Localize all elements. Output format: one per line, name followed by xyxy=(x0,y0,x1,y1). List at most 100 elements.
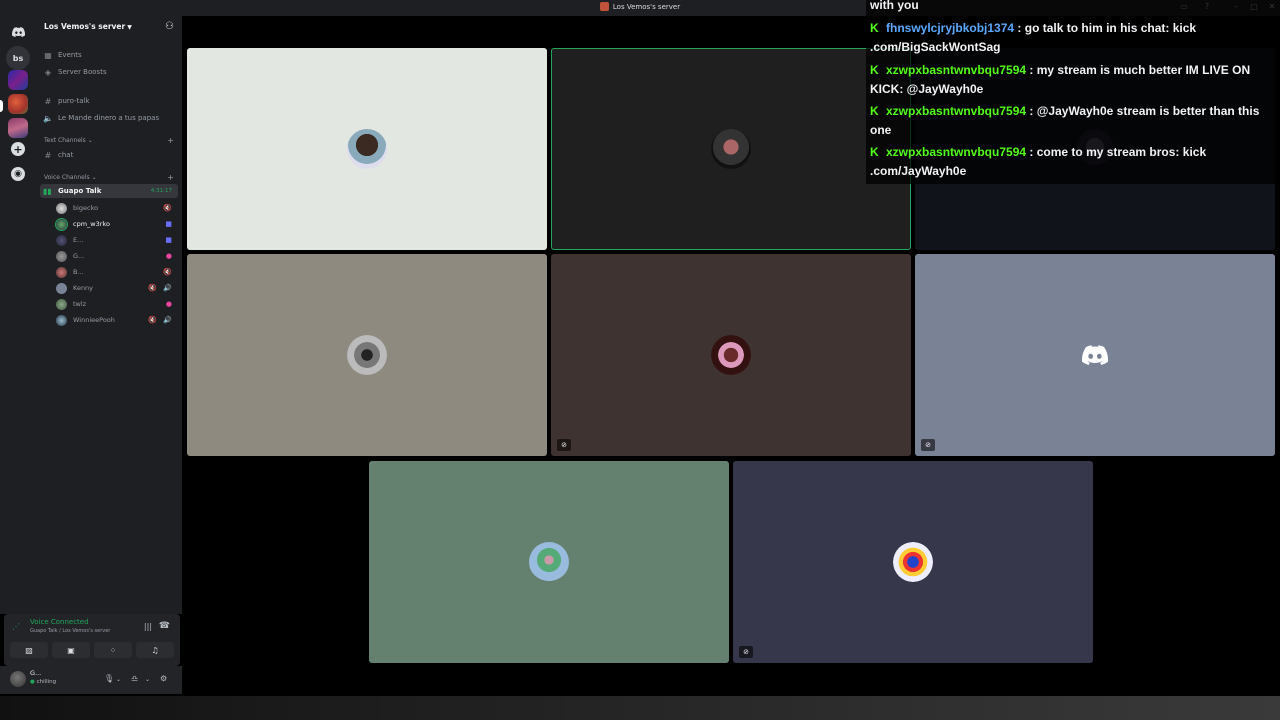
avatar xyxy=(56,234,67,246)
avatar xyxy=(711,335,751,375)
member-status-icon: 🔇 🔊 xyxy=(148,284,174,292)
video-tile[interactable] xyxy=(187,254,547,456)
member-status-icon: ● xyxy=(165,300,174,308)
user-status: ● chilling xyxy=(30,679,56,685)
chevron-down-icon[interactable]: ⌄ xyxy=(145,676,150,683)
hash-icon: # xyxy=(44,96,52,106)
boosts-label: Server Boosts xyxy=(58,68,107,76)
settings-gear-icon[interactable]: ⚙ xyxy=(160,674,167,683)
screen-share-button[interactable]: ▣ xyxy=(52,642,90,658)
avatar xyxy=(56,202,67,214)
channel-puro-talk[interactable]: # puro-talk xyxy=(42,94,176,108)
channel-chat[interactable]: # chat xyxy=(42,148,176,162)
channel-sidebar: Los Vemos's server ▼ ⚇ ▦ Events ◈ Server Bo… xyxy=(36,16,182,614)
member-name: WinnieePooh xyxy=(73,316,115,324)
member-status-icon: ■ xyxy=(165,220,174,228)
activities-icon: ⁘ xyxy=(109,645,117,655)
avatar xyxy=(56,218,67,230)
avatar xyxy=(347,335,387,375)
activities-button[interactable]: ⁘ xyxy=(94,642,132,658)
bottom-strip xyxy=(0,696,1280,720)
user-name[interactable]: G... xyxy=(30,669,41,677)
voice-member[interactable]: E... ■ xyxy=(56,233,178,247)
events-row[interactable]: ▦ Events xyxy=(42,48,176,62)
user-avatar[interactable] xyxy=(10,671,26,687)
category-label: Voice Channels xyxy=(44,174,90,181)
server-header[interactable]: Los Vemos's server ▼ ⚇ xyxy=(36,16,182,40)
category-voice-channels[interactable]: Voice Channels ⌄ + xyxy=(44,173,174,182)
add-member-icon[interactable]: ⚇ xyxy=(165,21,174,32)
chevron-down-icon[interactable]: ⌄ xyxy=(116,676,121,683)
server-icon-los-vemos[interactable] xyxy=(8,94,28,114)
avatar xyxy=(56,250,67,262)
avatar xyxy=(56,266,67,278)
member-status-icon: 🔇 xyxy=(163,204,174,212)
signal-icon: ⋰ xyxy=(12,622,20,631)
soundboard-button[interactable]: ♫ xyxy=(136,642,174,658)
channel-label: puro-talk xyxy=(58,97,90,105)
voice-channel-guapo-talk[interactable]: ▮▮ Guapo Talk 4:31:17 xyxy=(40,184,178,198)
avatar xyxy=(56,282,67,294)
voice-member[interactable]: Kenny 🔇 🔊 xyxy=(56,281,178,295)
avatar xyxy=(711,129,751,169)
microphone-icon[interactable]: 🎙 xyxy=(104,674,114,683)
add-channel-icon[interactable]: + xyxy=(167,136,174,145)
disconnect-icon[interactable]: ☎ xyxy=(159,621,170,631)
channel-label: Le Mande dinero a tus papas xyxy=(58,114,160,122)
muted-icon: ⊘ xyxy=(557,439,571,451)
voice-connected-title[interactable]: Voice Connected xyxy=(30,618,89,626)
dm-initials: bs xyxy=(12,53,24,63)
dm-avatar[interactable]: bs xyxy=(6,46,30,70)
kick-icon: K xyxy=(870,63,879,77)
member-status-icon: 🔇 xyxy=(163,268,174,276)
events-label: Events xyxy=(58,51,82,59)
video-tile-speaking[interactable] xyxy=(551,48,911,250)
category-label: Text Channels xyxy=(44,137,86,144)
soundboard-icon: ♫ xyxy=(151,645,159,655)
voice-timer: 4:31:17 xyxy=(150,188,172,194)
noise-suppression-icon[interactable]: ||| xyxy=(144,622,152,631)
avatar xyxy=(347,129,387,169)
video-tile[interactable]: ⊘ xyxy=(551,254,911,456)
member-name: G... xyxy=(73,252,85,260)
chevron-down-icon: ⌄ xyxy=(91,174,97,181)
chat-message: Kxzwpxbasntwnvbqu7594 : @JayWayh0e strea… xyxy=(870,102,1270,140)
video-tile[interactable] xyxy=(369,461,729,663)
chevron-down-icon: ⌄ xyxy=(87,137,93,144)
voice-connected-subtitle[interactable]: Guapo Talk / Los Vemos's server xyxy=(30,628,110,634)
category-text-channels[interactable]: Text Channels ⌄ + xyxy=(44,136,174,145)
voice-member[interactable]: WinnieePooh 🔇 🔊 xyxy=(56,313,178,327)
chat-username: xzwpxbasntwnvbqu7594 xyxy=(886,104,1027,118)
headphones-icon[interactable]: ♎ xyxy=(131,674,138,683)
voice-member[interactable]: B... 🔇 xyxy=(56,265,178,279)
kick-icon: K xyxy=(870,104,879,118)
server-boosts-row[interactable]: ◈ Server Boosts xyxy=(42,65,176,79)
member-status-icon: ■ xyxy=(165,236,174,244)
video-tile[interactable]: ⊘ xyxy=(915,254,1275,456)
voice-member[interactable]: G... ● xyxy=(56,249,178,263)
active-server-indicator xyxy=(0,100,3,112)
chat-header-text: with you xyxy=(870,0,919,12)
add-server-icon[interactable]: + xyxy=(11,142,25,156)
online-dot-icon: ● xyxy=(30,679,35,685)
video-tile[interactable]: ⊘ xyxy=(733,461,1093,663)
boost-icon: ◈ xyxy=(44,67,52,77)
voice-member[interactable]: bigecko 🔇 xyxy=(56,201,178,215)
add-channel-icon[interactable]: + xyxy=(167,173,174,182)
voice-channel-label: Guapo Talk xyxy=(58,187,102,195)
kick-icon: K xyxy=(870,21,879,35)
calendar-icon: ▦ xyxy=(44,50,52,60)
user-panel: G... ● chilling 🎙 ⌄ ♎ ⌄ ⚙ xyxy=(0,666,182,694)
camera-off-button[interactable]: ▨ xyxy=(10,642,48,658)
speaker-icon: 🔈 xyxy=(43,113,53,123)
avatar xyxy=(56,314,67,326)
explore-icon[interactable]: ◉ xyxy=(11,167,25,181)
discord-home-icon[interactable] xyxy=(6,20,30,44)
video-tile[interactable] xyxy=(187,48,547,250)
server-icon-1[interactable] xyxy=(8,70,28,90)
voice-member[interactable]: cpm_w3rko ■ xyxy=(56,217,178,231)
member-name: Kenny xyxy=(73,284,94,292)
voice-member[interactable]: twlz ● xyxy=(56,297,178,311)
server-icon-3[interactable] xyxy=(8,118,28,138)
channel-le-mande[interactable]: 🔈 Le Mande dinero a tus papas xyxy=(42,111,176,125)
